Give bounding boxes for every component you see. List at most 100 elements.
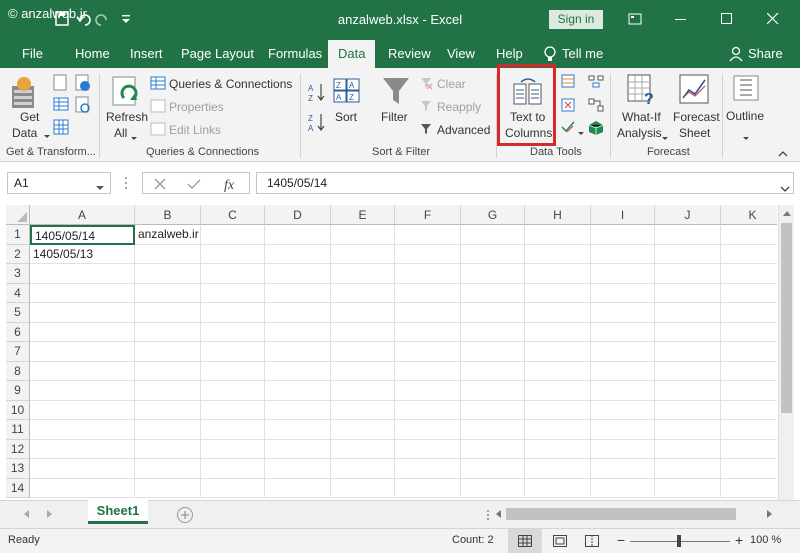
- refresh-all-label[interactable]: Refresh: [106, 110, 148, 124]
- page-layout-view-icon[interactable]: [553, 535, 567, 547]
- cell-g1[interactable]: [461, 225, 525, 245]
- expand-formula-bar-icon[interactable]: [780, 181, 790, 195]
- zoom-slider-thumb[interactable]: [677, 535, 681, 547]
- vertical-scrollbar[interactable]: [778, 205, 794, 500]
- column-header[interactable]: D: [265, 205, 331, 225]
- cell-f4[interactable]: [395, 283, 461, 303]
- cell-c1[interactable]: [201, 225, 265, 245]
- scroll-thumb[interactable]: [781, 223, 792, 413]
- tab-data[interactable]: Data: [328, 40, 376, 68]
- outline-icon[interactable]: [732, 74, 760, 105]
- tab-review[interactable]: Review: [388, 40, 431, 68]
- cell-j12[interactable]: [655, 439, 721, 459]
- column-header[interactable]: I: [591, 205, 655, 225]
- sort-z-a-icon[interactable]: ZA: [308, 112, 326, 135]
- cell-d14[interactable]: [265, 478, 331, 498]
- cell-f1[interactable]: [395, 225, 461, 245]
- cell-j9[interactable]: [655, 381, 721, 401]
- cell-k11[interactable]: [721, 420, 777, 440]
- from-table-icon[interactable]: [52, 96, 70, 117]
- scroll-up-icon[interactable]: [782, 209, 792, 217]
- cell-d8[interactable]: [265, 361, 331, 381]
- cell-k7[interactable]: [721, 342, 777, 362]
- cell-a1[interactable]: 1405/05/14: [30, 225, 135, 245]
- cell-g12[interactable]: [461, 439, 525, 459]
- column-header[interactable]: C: [201, 205, 265, 225]
- cell-a7[interactable]: [30, 342, 135, 362]
- cell-i8[interactable]: [591, 361, 655, 381]
- tab-insert[interactable]: Insert: [130, 40, 163, 68]
- sort-a-z-icon[interactable]: AZ: [308, 82, 326, 105]
- cell-b3[interactable]: [135, 264, 201, 284]
- cell-g6[interactable]: [461, 322, 525, 342]
- zoom-level[interactable]: 100 %: [750, 534, 781, 546]
- column-header[interactable]: K: [721, 205, 777, 225]
- share-icon[interactable]: [729, 46, 745, 65]
- cancel-icon[interactable]: [153, 177, 167, 191]
- cell-j7[interactable]: [655, 342, 721, 362]
- tab-home[interactable]: Home: [75, 40, 110, 68]
- cell-h12[interactable]: [525, 439, 591, 459]
- cell-b13[interactable]: [135, 459, 201, 479]
- cell-a6[interactable]: [30, 322, 135, 342]
- cell-b6[interactable]: [135, 322, 201, 342]
- formula-input[interactable]: 1405/05/14: [256, 172, 794, 194]
- forecast-sheet-icon[interactable]: [679, 74, 711, 109]
- cell-f13[interactable]: [395, 459, 461, 479]
- cell-i2[interactable]: [591, 244, 655, 264]
- cell-i13[interactable]: [591, 459, 655, 479]
- outline-button[interactable]: Outline: [726, 109, 764, 123]
- recent-sources-icon[interactable]: [74, 96, 92, 117]
- enter-icon[interactable]: [187, 177, 201, 191]
- queries-connections-icon[interactable]: [150, 76, 166, 93]
- sheet-tab-sheet1[interactable]: Sheet1: [88, 500, 148, 524]
- cell-b2[interactable]: [135, 244, 201, 264]
- cell-e12[interactable]: [331, 439, 395, 459]
- row-header[interactable]: 10: [6, 400, 30, 420]
- tab-page-layout[interactable]: Page Layout: [181, 40, 254, 68]
- horizontal-scroll-thumb[interactable]: [506, 508, 736, 520]
- cell-j8[interactable]: [655, 361, 721, 381]
- forecast-sheet-label[interactable]: Forecast: [673, 110, 720, 124]
- share-button[interactable]: Share: [748, 40, 783, 68]
- what-if-analysis-label[interactable]: What-If: [622, 110, 661, 124]
- queries-connections-button[interactable]: Queries & Connections: [169, 77, 292, 91]
- row-header[interactable]: 3: [6, 264, 30, 284]
- tab-formulas[interactable]: Formulas: [268, 40, 322, 68]
- cell-k10[interactable]: [721, 401, 777, 420]
- cell-j4[interactable]: [655, 283, 721, 303]
- cell-e6[interactable]: [331, 322, 395, 342]
- cell-j13[interactable]: [655, 459, 721, 479]
- cell-e5[interactable]: [331, 303, 395, 323]
- column-header[interactable]: J: [655, 205, 721, 225]
- cell-g10[interactable]: [461, 400, 525, 420]
- cell-e2[interactable]: [331, 244, 395, 264]
- cell-f7[interactable]: [395, 342, 461, 362]
- minimize-icon[interactable]: [666, 6, 696, 32]
- row-header[interactable]: 1: [6, 225, 30, 245]
- cell-f12[interactable]: [395, 439, 461, 459]
- sort-dialog-icon[interactable]: ZAAZ: [333, 78, 361, 107]
- cell-k1[interactable]: [721, 225, 777, 245]
- cell-c12[interactable]: [201, 439, 265, 459]
- cell-e4[interactable]: [331, 283, 395, 303]
- chevron-down-icon[interactable]: [96, 180, 104, 194]
- cell-g5[interactable]: [461, 303, 525, 323]
- cell-a11[interactable]: [30, 420, 135, 440]
- cell-k8[interactable]: [721, 362, 777, 381]
- cell-j11[interactable]: [655, 420, 721, 440]
- cell-d13[interactable]: [265, 459, 331, 479]
- new-sheet-icon[interactable]: [176, 506, 194, 524]
- consolidate-icon[interactable]: [588, 74, 604, 91]
- scroll-left-icon[interactable]: [494, 509, 502, 519]
- cell-j10[interactable]: [655, 400, 721, 420]
- cell-b10[interactable]: [135, 400, 201, 420]
- cell-c4[interactable]: [201, 283, 265, 303]
- relationships-icon[interactable]: [588, 98, 604, 115]
- cell-b12[interactable]: [135, 439, 201, 459]
- row-header[interactable]: 7: [6, 342, 30, 362]
- cell-h13[interactable]: [525, 459, 591, 479]
- advanced-filter-icon[interactable]: [419, 122, 433, 139]
- cell-j5[interactable]: [655, 303, 721, 323]
- cell-a10[interactable]: [30, 400, 135, 420]
